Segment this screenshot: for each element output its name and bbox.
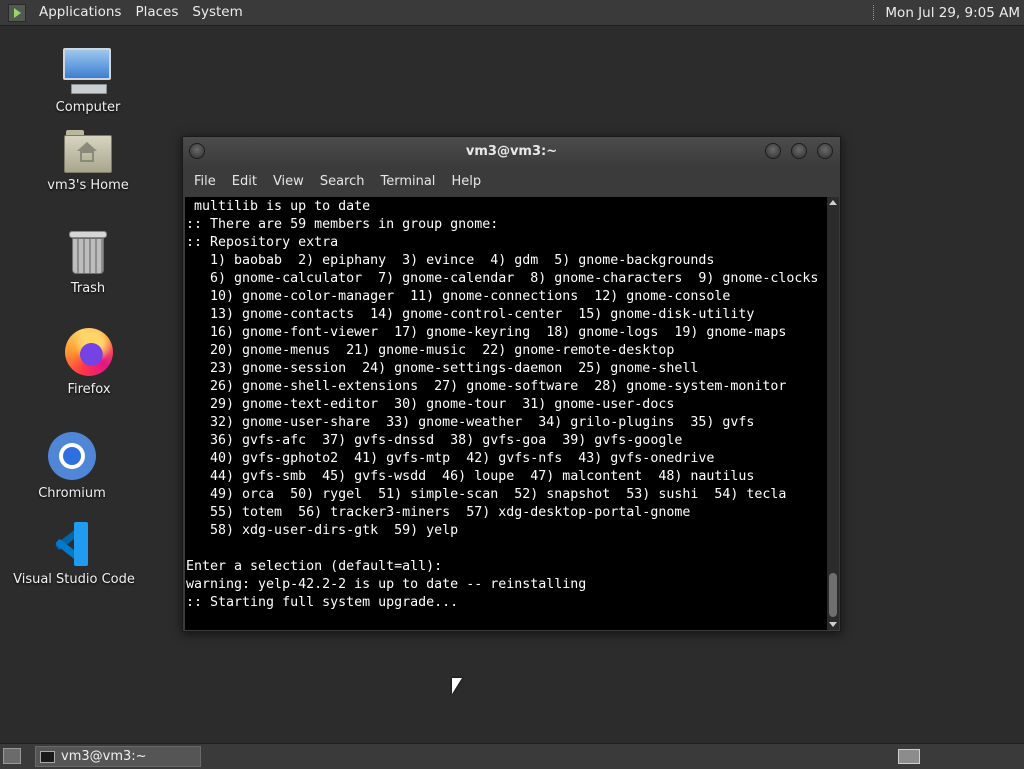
menu-edit[interactable]: Edit [224, 174, 265, 189]
clock[interactable]: Mon Jul 29, 9:05 AM [885, 5, 1020, 21]
desktop-icon-label: Chromium [38, 486, 106, 501]
close-button[interactable] [817, 143, 833, 159]
terminal-window[interactable]: vm3@vm3:~ File Edit View Search Terminal… [182, 136, 841, 632]
desktop-icon-label: vm3's Home [47, 178, 129, 193]
menu-terminal[interactable]: Terminal [372, 174, 443, 189]
terminal-output: multilib is up to date :: There are 59 m… [186, 199, 819, 610]
menu-search[interactable]: Search [312, 174, 373, 189]
desktop-icon-label: Firefox [67, 382, 111, 397]
window-title: vm3@vm3:~ [465, 144, 558, 159]
menu-places[interactable]: Places [128, 0, 185, 25]
desktop-icon-label: Computer [55, 100, 121, 115]
computer-icon [63, 46, 113, 94]
minimize-button[interactable] [765, 143, 781, 159]
taskbar-window-button[interactable]: vm3@vm3:~ [35, 746, 201, 767]
taskbar-window-label: vm3@vm3:~ [61, 749, 147, 764]
terminal-menubar: File Edit View Search Terminal Help [183, 167, 840, 196]
desktop-icon-chromium[interactable]: Chromium [7, 432, 137, 501]
menu-applications[interactable]: Applications [32, 0, 128, 25]
scroll-up-arrow-icon[interactable] [829, 200, 837, 205]
trash-icon [68, 229, 108, 275]
desktop-icon-home[interactable]: vm3's Home [23, 130, 153, 193]
top-panel: Applications Places System Mon Jul 29, 9… [0, 0, 1024, 26]
mouse-pointer-icon [452, 678, 462, 694]
maximize-button[interactable] [791, 143, 807, 159]
bottom-panel: vm3@vm3:~ [0, 743, 1024, 769]
distro-logo-icon[interactable] [8, 3, 26, 22]
workspace-switcher[interactable] [898, 749, 920, 764]
desktop-icon-vscode[interactable]: Visual Studio Code [9, 522, 139, 587]
terminal-output-area[interactable]: multilib is up to date :: There are 59 m… [185, 197, 827, 630]
menu-view[interactable]: View [265, 174, 312, 189]
terminal-icon [40, 750, 55, 763]
chromium-icon [48, 432, 96, 480]
menu-file[interactable]: File [186, 174, 224, 189]
panel-grip-icon [873, 5, 877, 20]
desktop-icon-computer[interactable]: Computer [23, 46, 153, 115]
terminal-scrollbar[interactable] [827, 197, 839, 630]
firefox-icon [65, 328, 113, 376]
scroll-down-arrow-icon[interactable] [829, 622, 837, 627]
desktop-icon-label: Visual Studio Code [13, 572, 135, 587]
vscode-icon [52, 522, 96, 566]
scrollbar-thumb[interactable] [829, 573, 837, 617]
window-titlebar[interactable]: vm3@vm3:~ [183, 137, 840, 167]
desktop-icon-label: Trash [70, 281, 106, 296]
show-desktop-icon[interactable] [3, 748, 21, 764]
menu-system[interactable]: System [185, 0, 249, 25]
desktop-icon-trash[interactable]: Trash [23, 229, 153, 296]
menu-help[interactable]: Help [443, 174, 489, 189]
home-folder-icon [64, 130, 112, 173]
desktop-icon-firefox[interactable]: Firefox [24, 328, 154, 397]
